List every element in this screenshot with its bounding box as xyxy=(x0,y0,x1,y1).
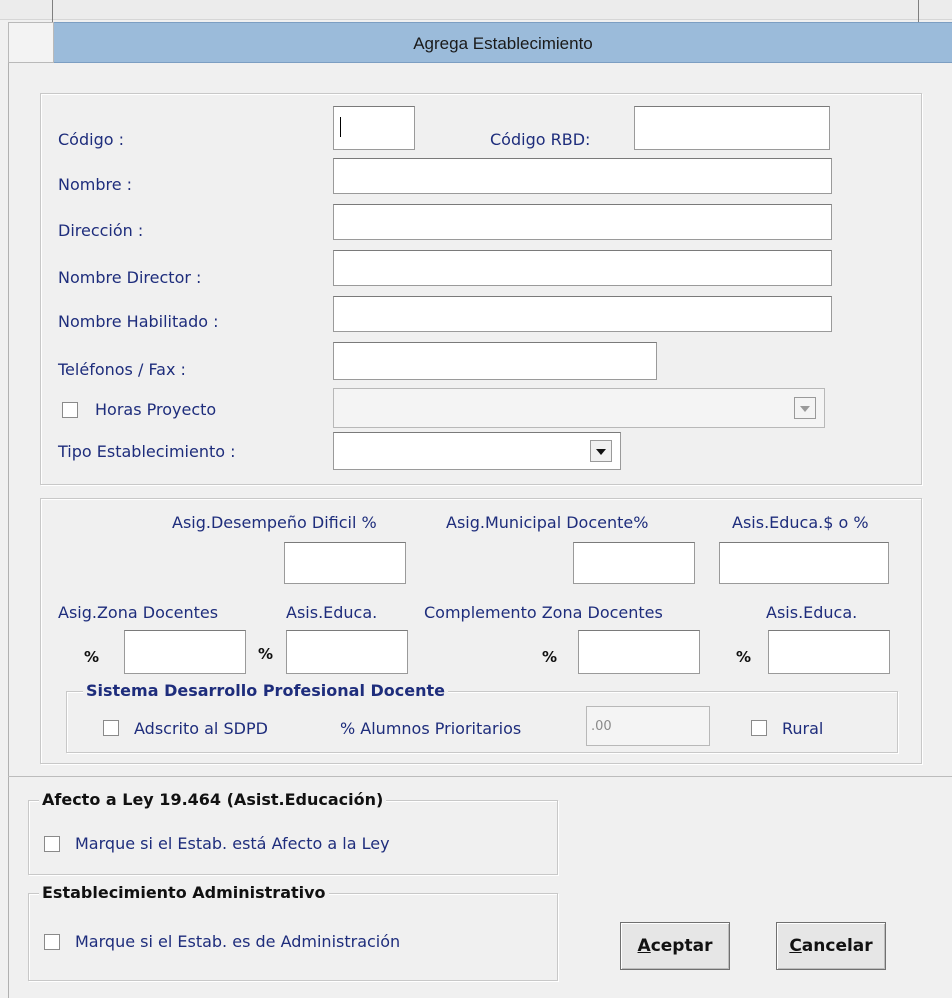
background-strip xyxy=(0,0,952,20)
nombre-habilitado-input[interactable] xyxy=(333,296,832,332)
aceptar-accelerator: A xyxy=(637,936,651,956)
administrativo-checkbox-label: Marque si el Estab. es de Administración xyxy=(75,932,401,951)
codigo-input[interactable] xyxy=(333,106,415,150)
zona-docentes-input[interactable] xyxy=(124,630,246,674)
sdpd-legend: Sistema Desarrollo Profesional Docente xyxy=(83,681,448,700)
nombre-label: Nombre : xyxy=(58,175,133,194)
codigo-rbd-input[interactable] xyxy=(634,106,830,150)
asis-educa-pct-label: Asis.Educa.$ o % xyxy=(732,513,869,532)
codigo-rbd-label: Código RBD: xyxy=(490,130,591,149)
telefonos-label: Teléfonos / Fax : xyxy=(58,360,186,379)
telefonos-input[interactable] xyxy=(333,342,657,380)
zona-docentes-label: Asig.Zona Docentes xyxy=(58,603,219,622)
tipo-establecimiento-dropdown[interactable] xyxy=(333,432,621,470)
nombre-habilitado-label: Nombre Habilitado : xyxy=(58,312,219,331)
asis-educa-pct-input[interactable] xyxy=(719,542,889,584)
tipo-establecimiento-label: Tipo Establecimiento : xyxy=(58,442,236,461)
direccion-input[interactable] xyxy=(333,204,832,240)
title-corner xyxy=(8,22,54,63)
window-title: Agrega Establecimiento xyxy=(54,22,952,63)
horas-proyecto-dropdown[interactable] xyxy=(333,388,825,428)
asis-educa-input-2[interactable] xyxy=(768,630,890,674)
alumnos-prioritarios-input[interactable]: .00 xyxy=(586,706,710,746)
direccion-label: Dirección : xyxy=(58,221,144,240)
cancelar-button[interactable]: Cancelar xyxy=(776,922,886,970)
nombre-director-label: Nombre Director : xyxy=(58,268,202,287)
horas-proyecto-checkbox[interactable] xyxy=(62,402,78,418)
section-divider xyxy=(8,776,952,777)
adscrito-label: Adscrito al SDPD xyxy=(134,719,268,738)
percent-sign: % xyxy=(258,645,274,663)
cancelar-button-label: ancelar xyxy=(801,936,873,956)
horas-proyecto-label: Horas Proyecto xyxy=(95,400,217,419)
alumnos-prioritarios-value: .00 xyxy=(591,719,612,734)
text-caret xyxy=(340,117,341,137)
rural-label: Rural xyxy=(782,719,824,738)
complemento-label: Complemento Zona Docentes xyxy=(424,603,663,622)
municipal-input[interactable] xyxy=(573,542,695,584)
ley-checkbox[interactable] xyxy=(44,836,60,852)
administrativo-legend: Establecimiento Administrativo xyxy=(39,883,329,902)
nombre-director-input[interactable] xyxy=(333,250,832,286)
percent-sign: % xyxy=(736,648,752,666)
percent-sign: % xyxy=(542,648,558,666)
ley-checkbox-label: Marque si el Estab. está Afecto a la Ley xyxy=(75,834,390,853)
desempeno-input[interactable] xyxy=(284,542,406,584)
asis-educa-label: Asis.Educa. xyxy=(766,603,858,622)
aceptar-button[interactable]: Aceptar xyxy=(620,922,730,970)
chevron-down-icon[interactable] xyxy=(590,440,612,462)
alumnos-prioritarios-label: % Alumnos Prioritarios xyxy=(340,719,522,738)
aceptar-button-label: ceptar xyxy=(650,936,713,956)
complemento-input[interactable] xyxy=(578,630,700,674)
desempeno-label: Asig.Desempeño Dificil % xyxy=(172,513,377,532)
administrativo-checkbox[interactable] xyxy=(44,934,60,950)
rural-checkbox[interactable] xyxy=(751,720,767,736)
asis-educa-label: Asis.Educa. xyxy=(286,603,378,622)
codigo-label: Código : xyxy=(58,130,124,149)
adscrito-checkbox[interactable] xyxy=(103,720,119,736)
nombre-input[interactable] xyxy=(333,158,832,194)
asis-educa-input-1[interactable] xyxy=(286,630,408,674)
chevron-down-icon[interactable] xyxy=(794,397,816,419)
background-divider xyxy=(918,0,919,22)
background-divider xyxy=(52,0,53,22)
percent-sign: % xyxy=(84,648,100,666)
municipal-label: Asig.Municipal Docente% xyxy=(446,513,649,532)
ley-legend: Afecto a Ley 19.464 (Asist.Educación) xyxy=(39,790,387,809)
cancelar-accelerator: C xyxy=(789,936,802,956)
